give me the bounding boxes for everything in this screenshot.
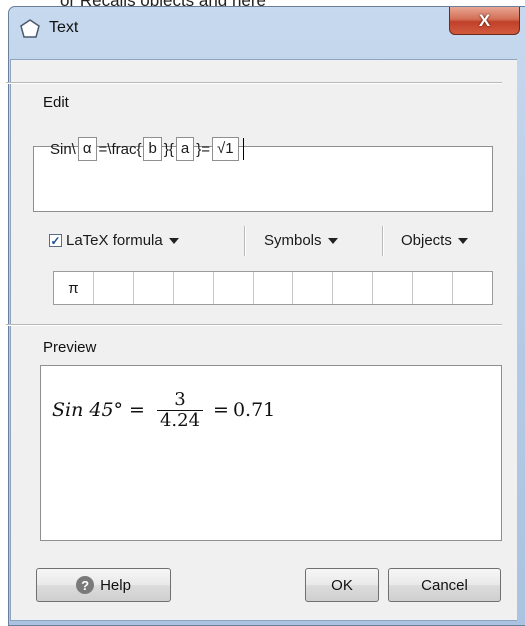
edit-segment-text: }=: [196, 140, 210, 158]
text-caret: [242, 138, 244, 160]
symbols-dropdown[interactable]: Symbols: [264, 232, 338, 249]
ok-button-label: OK: [331, 576, 353, 594]
preview-label: Preview: [43, 339, 97, 356]
checkmark-icon: ✓: [50, 233, 61, 248]
objects-dropdown[interactable]: Objects: [401, 232, 468, 249]
dropdown-arrow-icon: [457, 237, 468, 244]
symbol-cell[interactable]: [413, 272, 454, 304]
cancel-button[interactable]: Cancel: [388, 568, 501, 602]
text-tool-icon: [20, 19, 40, 38]
help-button[interactable]: ? Help: [36, 568, 171, 602]
dropdown-arrow-icon: [327, 237, 338, 244]
symbol-cell[interactable]: [333, 272, 374, 304]
toolbar-separator: [382, 226, 384, 256]
objects-label: Objects: [401, 232, 452, 249]
separator: [6, 82, 502, 84]
edit-segment-text: =\frac{: [98, 140, 142, 158]
latex-checkbox[interactable]: ✓: [49, 234, 62, 247]
preview-numerator: 3: [174, 388, 186, 410]
window-title: Text: [49, 19, 79, 36]
latex-input-line[interactable]: Sin\ α =\frac{ b }{ a }= √1: [50, 135, 244, 163]
symbol-cell[interactable]: π: [54, 272, 94, 304]
close-icon: X: [478, 10, 491, 30]
symbol-cell[interactable]: [373, 272, 414, 304]
symbol-cell[interactable]: [94, 272, 134, 304]
preview-lhs: Sin 45°: [52, 399, 124, 421]
help-icon: ?: [76, 576, 95, 594]
close-button[interactable]: X: [449, 7, 520, 35]
recent-symbols-table: π: [53, 271, 493, 305]
preview-formula: Sin 45° = 3 4.24 = 0.71: [52, 380, 275, 440]
help-button-label: Help: [100, 576, 131, 594]
placeholder-object-alpha[interactable]: α: [77, 137, 97, 161]
symbol-cell[interactable]: [293, 272, 334, 304]
placeholder-object-a[interactable]: a: [175, 137, 195, 161]
preview-result: 0.71: [232, 399, 276, 421]
dropdown-arrow-icon: [168, 237, 179, 244]
symbol-cell[interactable]: [453, 272, 492, 304]
preview-denominator: 4.24: [156, 409, 204, 431]
cancel-button-label: Cancel: [421, 576, 468, 594]
symbol-cell[interactable]: [174, 272, 214, 304]
latex-formula-toggle[interactable]: ✓ LaTeX formula: [49, 232, 179, 249]
edit-label: Edit: [43, 94, 69, 111]
separator: [6, 324, 502, 326]
symbol-cell[interactable]: [254, 272, 294, 304]
preview-equals: =: [213, 399, 229, 421]
placeholder-object-b[interactable]: b: [143, 137, 162, 161]
toolbar-separator: [244, 226, 246, 256]
edit-segment-text: Sin\: [50, 140, 76, 158]
symbol-cell[interactable]: [134, 272, 174, 304]
preview-equals: =: [129, 399, 145, 421]
preview-fraction: 3 4.24: [156, 388, 204, 431]
edit-segment-text: }{: [163, 140, 174, 158]
symbol-cell[interactable]: [214, 272, 254, 304]
latex-formula-label: LaTeX formula: [66, 232, 163, 249]
symbols-label: Symbols: [264, 232, 322, 249]
ok-button[interactable]: OK: [305, 568, 379, 602]
placeholder-object-sqrt[interactable]: √1: [211, 137, 239, 161]
